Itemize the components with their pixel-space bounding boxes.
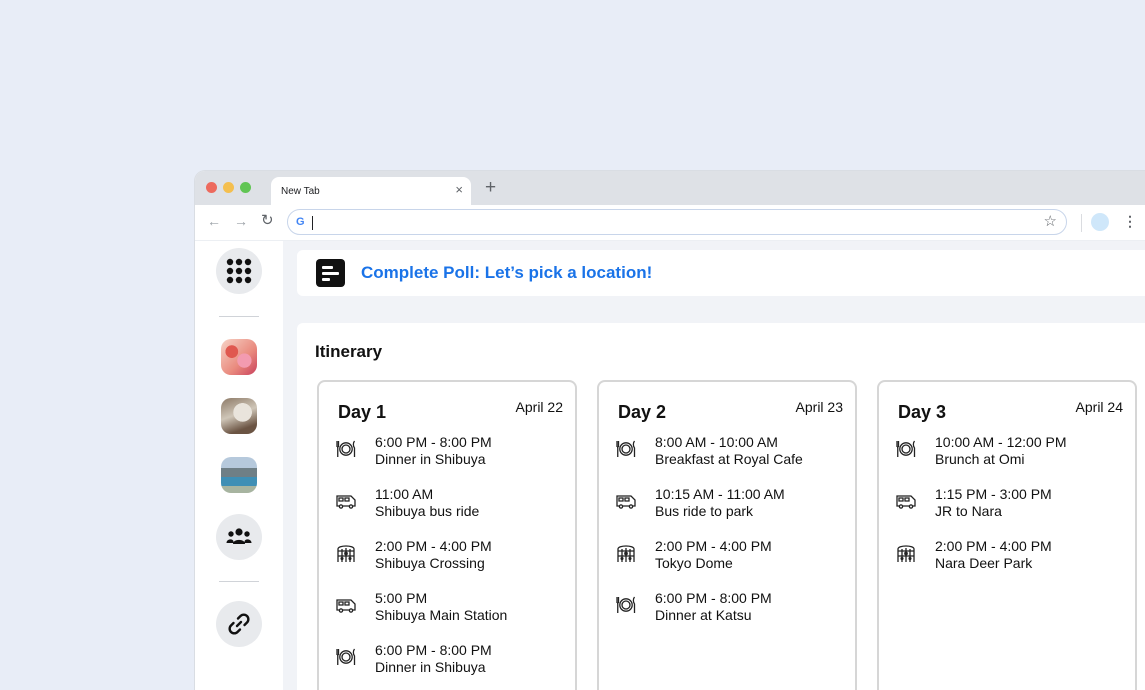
event-title: Dinner in Shibuya — [375, 451, 486, 467]
link-icon — [228, 613, 250, 635]
address-bar[interactable]: G ☆ — [287, 209, 1067, 235]
toolbar-divider — [1081, 214, 1082, 232]
event-time: 8:00 AM - 10:00 AM — [655, 434, 778, 450]
poll-icon — [316, 259, 345, 287]
thumbnail-2[interactable] — [221, 398, 257, 434]
event-title: JR to Nara — [935, 503, 1002, 519]
bus-icon — [895, 490, 917, 512]
text-caret — [312, 216, 313, 230]
maximize-window-button[interactable] — [240, 182, 251, 193]
day-date: April 23 — [795, 399, 843, 415]
rail-divider — [219, 316, 259, 317]
new-tab-button[interactable]: + — [485, 178, 496, 198]
dining-icon — [615, 438, 637, 460]
day-date: April 22 — [515, 399, 563, 415]
event-title: Shibuya bus ride — [375, 503, 480, 519]
event-time: 1:15 PM - 3:00 PM — [935, 486, 1052, 502]
event-time: 6:00 PM - 8:00 PM — [375, 642, 492, 658]
group-button[interactable] — [216, 514, 262, 560]
profile-avatar[interactable] — [1091, 213, 1109, 231]
side-rail — [195, 241, 283, 690]
page-content: Complete Poll: Let’s pick a location! It… — [195, 241, 1145, 690]
tab-close-icon[interactable]: × — [455, 183, 463, 197]
day-name: Day 2 — [618, 402, 667, 422]
day-name: Day 3 — [898, 402, 947, 422]
bus-icon — [335, 490, 357, 512]
rail-divider — [219, 581, 259, 582]
poll-link[interactable]: Complete Poll: Let’s pick a location! — [361, 263, 652, 283]
itinerary-title: Itinerary — [315, 342, 383, 361]
bus-icon — [615, 490, 637, 512]
event-title: Bus ride to park — [655, 503, 754, 519]
event-time: 10:00 AM - 12:00 PM — [935, 434, 1067, 450]
day-card: Day 3 April 24 10:00 AM - 12:00 PM Brunch a… — [877, 380, 1137, 690]
event-time: 2:00 PM - 4:00 PM — [375, 538, 492, 554]
itinerary-panel: Itinerary Day 1 April 22 6:00 PM - 8:00 PM… — [297, 323, 1145, 690]
minimize-window-button[interactable] — [223, 182, 234, 193]
event-time: 6:00 PM - 8:00 PM — [655, 590, 772, 606]
tab-strip: New Tab × + — [195, 171, 1145, 205]
link-button[interactable] — [216, 601, 262, 647]
event-time: 2:00 PM - 4:00 PM — [935, 538, 1052, 554]
event-title: Shibuya Main Station — [375, 607, 508, 623]
event-title: Tokyo Dome — [655, 555, 733, 571]
event-title: Dinner in Shibuya — [375, 659, 486, 675]
poll-banner[interactable]: Complete Poll: Let’s pick a location! — [297, 250, 1145, 296]
sightseeing-icon — [615, 542, 637, 564]
thumbnail-3[interactable] — [221, 457, 257, 493]
back-icon[interactable]: ← — [207, 213, 221, 229]
event-title: Dinner at Katsu — [655, 607, 752, 623]
browser-toolbar: ← → ↻ G ☆ ⋮ — [195, 205, 1145, 241]
dining-icon — [895, 438, 917, 460]
event-title: Brunch at Omi — [935, 451, 1025, 467]
event-title: Nara Deer Park — [935, 555, 1033, 571]
tab-new-tab[interactable]: New Tab × — [271, 177, 471, 205]
forward-icon[interactable]: → — [234, 213, 248, 229]
bus-icon — [335, 594, 357, 616]
browser-menu-icon[interactable]: ⋮ — [1123, 213, 1137, 229]
sightseeing-icon — [335, 542, 357, 564]
grid-icon — [226, 258, 252, 284]
event-time: 10:15 AM - 11:00 AM — [655, 486, 785, 502]
day-name: Day 1 — [338, 402, 387, 422]
day-card: Day 1 April 22 6:00 PM - 8:00 PM Dinner in … — [317, 380, 577, 690]
event-time: 2:00 PM - 4:00 PM — [655, 538, 772, 554]
event-time: 11:00 AM — [375, 486, 434, 502]
people-icon — [226, 528, 252, 544]
apps-grid-button[interactable] — [216, 248, 262, 294]
event-title: Breakfast at Royal Cafe — [655, 451, 803, 467]
google-icon: G — [296, 216, 305, 228]
reload-icon[interactable]: ↻ — [261, 213, 274, 229]
bookmark-star-icon[interactable]: ☆ — [1044, 214, 1057, 230]
day-date: April 24 — [1075, 399, 1123, 415]
tab-title: New Tab — [281, 186, 320, 197]
event-title: Shibuya Crossing — [375, 555, 485, 571]
event-time: 6:00 PM - 8:00 PM — [375, 434, 492, 450]
event-time: 5:00 PM — [375, 590, 428, 606]
dining-icon — [335, 438, 357, 460]
thumbnail-1[interactable] — [221, 339, 257, 375]
close-window-button[interactable] — [206, 182, 217, 193]
dining-icon — [615, 594, 637, 616]
dining-icon — [335, 646, 357, 668]
sightseeing-icon — [895, 542, 917, 564]
day-card: Day 2 April 23 8:00 AM - 10:00 AM Breakfast… — [597, 380, 857, 690]
browser-window: New Tab × + ← → ↻ G ☆ ⋮ Complete Poll: L… — [195, 171, 1145, 690]
